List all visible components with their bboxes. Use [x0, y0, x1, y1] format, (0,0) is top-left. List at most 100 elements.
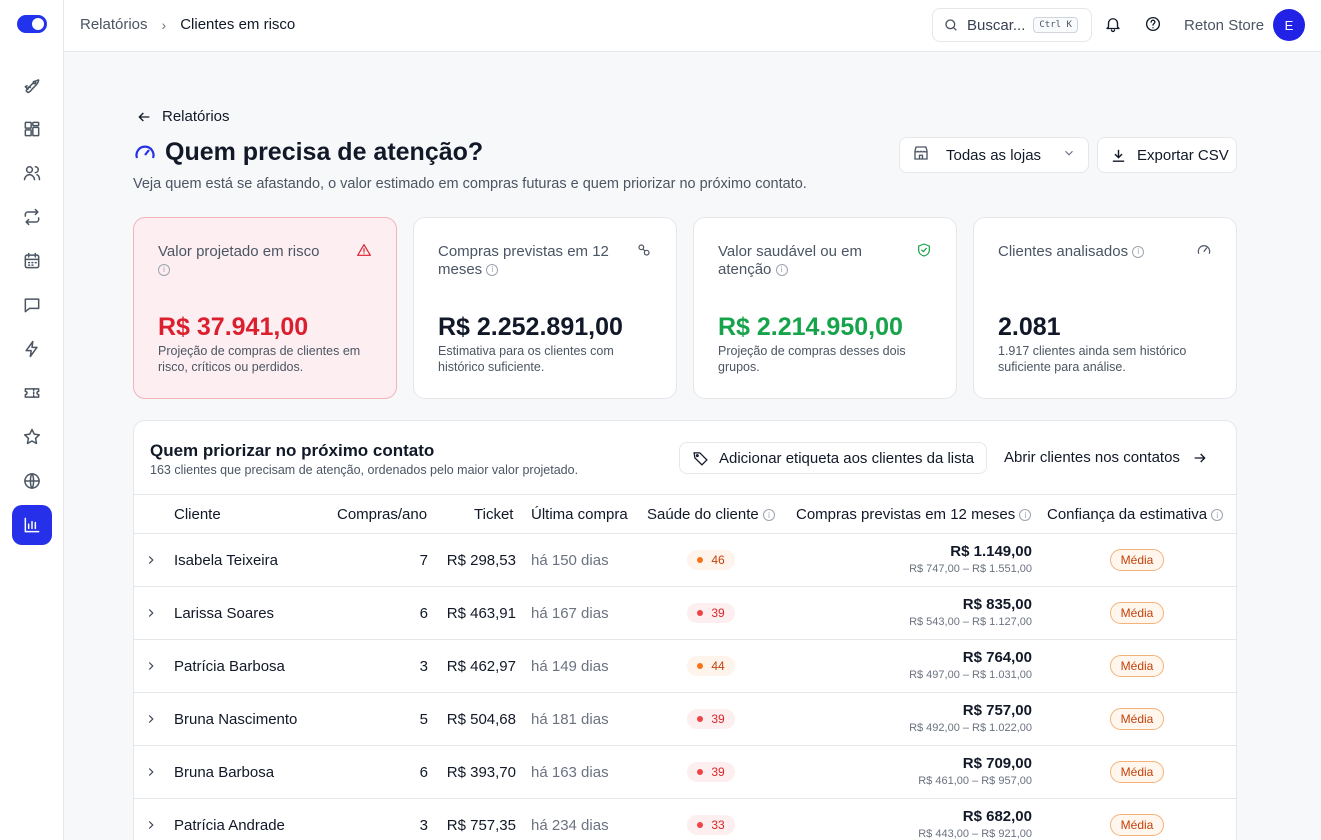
- chevron-down-icon: [1062, 146, 1076, 165]
- metric-card-label: Compras previstas em 12 meses i: [438, 243, 609, 278]
- cell-predicted-range: R$ 443,00 – R$ 921,00: [918, 828, 1032, 840]
- table-title: Quem priorizar no próximo contato: [150, 441, 435, 460]
- metric-card-desc: 1.917 clientes ainda sem histórico sufic…: [998, 344, 1187, 374]
- open-contacts-link[interactable]: Abrir clientes nos contatos: [1004, 449, 1208, 466]
- cell-client-name[interactable]: Bruna Nascimento: [174, 711, 297, 728]
- cell-client-name[interactable]: Larissa Soares: [174, 605, 274, 622]
- star-icon[interactable]: [12, 417, 52, 457]
- page-subtitle: Veja quem está se afastando, o valor est…: [133, 176, 807, 192]
- cell-client-name[interactable]: Isabela Teixeira: [174, 552, 278, 569]
- info-icon[interactable]: i: [1132, 246, 1145, 259]
- table-row[interactable]: Larissa Soares 6 R$ 463,91 há 167 dias 39 R$ …: [134, 587, 1236, 640]
- cell-purchases-per-year: 3: [419, 658, 428, 675]
- table-row[interactable]: Bruna Barbosa 6 R$ 393,70 há 163 dias 39 R$ 7…: [134, 746, 1236, 799]
- health-score: 39: [711, 765, 725, 779]
- globe-icon[interactable]: [12, 461, 52, 501]
- info-icon[interactable]: i: [775, 264, 788, 277]
- column-header-previstas[interactable]: Compras previstas em 12 meses i: [796, 506, 1032, 523]
- cell-purchases-per-year: 6: [419, 605, 428, 622]
- cell-last-purchase: há 163 dias: [531, 764, 609, 781]
- search-input[interactable]: Buscar... Ctrl K: [932, 8, 1092, 42]
- cell-purchases-per-year: 3: [419, 817, 428, 834]
- expand-row-chevron-icon[interactable]: [144, 765, 158, 783]
- cell-purchases-per-year: 6: [419, 764, 428, 781]
- cell-predicted-value: R$ 709,00: [962, 755, 1032, 772]
- table-row[interactable]: Bruna Nascimento 5 R$ 504,68 há 181 dias 39 R…: [134, 693, 1236, 746]
- cell-client-name[interactable]: Patrícia Andrade: [174, 817, 285, 834]
- link-icon: [636, 242, 652, 258]
- logo-toggle-icon[interactable]: [17, 15, 47, 33]
- table-row[interactable]: Patrícia Andrade 3 R$ 757,35 há 234 dias 33 R…: [134, 799, 1236, 840]
- chart-icon[interactable]: [12, 505, 52, 545]
- repeat-icon[interactable]: [12, 197, 52, 237]
- breadcrumb: Relatórios › Clientes em risco: [80, 16, 295, 33]
- metric-card-value: 2.081: [998, 313, 1061, 341]
- help-icon[interactable]: [1144, 15, 1164, 35]
- cell-predicted-value: R$ 835,00: [962, 596, 1032, 613]
- ticket-icon[interactable]: [12, 373, 52, 413]
- calendar-icon[interactable]: [12, 241, 52, 281]
- table-row[interactable]: Patrícia Barbosa 3 R$ 462,97 há 149 dias 44 R…: [134, 640, 1236, 693]
- warning-icon: [356, 242, 372, 258]
- cell-predicted-range: R$ 461,00 – R$ 957,00: [918, 775, 1032, 787]
- search-shortcut: Ctrl K: [1033, 17, 1078, 33]
- cell-last-purchase: há 181 dias: [531, 711, 609, 728]
- cell-ticket: R$ 462,97: [446, 658, 516, 675]
- bell-icon[interactable]: [1104, 15, 1124, 35]
- users-icon[interactable]: [12, 153, 52, 193]
- expand-row-chevron-icon[interactable]: [144, 606, 158, 624]
- column-header-compras[interactable]: Compras/ano: [337, 506, 427, 523]
- dashboard-icon[interactable]: [12, 109, 52, 149]
- info-icon[interactable]: i: [762, 509, 775, 522]
- back-link[interactable]: Relatórios: [136, 108, 230, 125]
- table-header: Cliente Compras/ano Ticket Última compra…: [134, 494, 1236, 534]
- store-filter-select[interactable]: Todas as lojas: [899, 137, 1089, 173]
- search-placeholder: Buscar...: [967, 16, 1026, 34]
- confidence-badge: Média: [1110, 655, 1164, 677]
- health-badge: 46: [687, 550, 735, 570]
- column-header-cliente[interactable]: Cliente: [174, 506, 221, 523]
- rocket-icon[interactable]: [12, 65, 52, 105]
- column-header-saude[interactable]: Saúde do cliente i: [647, 506, 775, 523]
- priority-table-card: Quem priorizar no próximo contato 163 cl…: [133, 420, 1237, 840]
- metric-card-label: Clientes analisados i: [998, 243, 1173, 261]
- info-icon[interactable]: i: [1211, 509, 1224, 522]
- column-header-ticket[interactable]: Ticket: [474, 506, 513, 523]
- avatar[interactable]: E: [1273, 9, 1305, 41]
- cell-predicted-range: R$ 492,00 – R$ 1.022,00: [909, 722, 1032, 734]
- confidence-badge: Média: [1110, 708, 1164, 730]
- export-csv-button[interactable]: Exportar CSV: [1097, 137, 1237, 173]
- metric-card-forecast: Compras previstas em 12 meses i R$ 2.252…: [413, 217, 677, 399]
- table-row[interactable]: Isabela Teixeira 7 R$ 298,53 há 150 dias 46 R…: [134, 534, 1236, 587]
- expand-row-chevron-icon[interactable]: [144, 712, 158, 730]
- column-header-ultima[interactable]: Última compra: [531, 506, 628, 523]
- download-icon: [1112, 149, 1125, 162]
- expand-row-chevron-icon[interactable]: [144, 553, 158, 571]
- cell-client-name[interactable]: Patrícia Barbosa: [174, 658, 285, 675]
- expand-row-chevron-icon[interactable]: [144, 818, 158, 836]
- cell-predicted-value: R$ 682,00: [962, 808, 1032, 825]
- arrow-right-icon: [1194, 453, 1206, 462]
- chat-icon[interactable]: [12, 285, 52, 325]
- metric-card-healthy: Valor saudável ou em atenção i R$ 2.214.…: [693, 217, 957, 399]
- health-dot-icon: [697, 557, 704, 563]
- confidence-badge: Média: [1110, 549, 1164, 571]
- cell-predicted-range: R$ 747,00 – R$ 1.551,00: [909, 563, 1032, 575]
- column-header-confianca[interactable]: Confiança da estimativa i: [1047, 506, 1224, 523]
- info-icon[interactable]: i: [486, 264, 499, 277]
- search-icon: [945, 19, 957, 31]
- store-name[interactable]: Reton Store: [1184, 17, 1264, 34]
- store-filter-value: Todas as lojas: [946, 146, 1042, 164]
- cell-client-name[interactable]: Bruna Barbosa: [174, 764, 274, 781]
- gauge-icon: [135, 145, 155, 158]
- cell-last-purchase: há 234 dias: [531, 817, 609, 834]
- shield-check-icon: [916, 242, 932, 258]
- expand-row-chevron-icon[interactable]: [144, 659, 158, 677]
- info-icon[interactable]: i: [1019, 509, 1032, 522]
- breadcrumb-parent-link[interactable]: Relatórios: [80, 16, 148, 33]
- cell-ticket: R$ 463,91: [446, 605, 516, 622]
- lightning-icon[interactable]: [12, 329, 52, 369]
- add-tag-button[interactable]: Adicionar etiqueta aos clientes da lista: [679, 442, 987, 474]
- health-dot-icon: [697, 663, 704, 669]
- info-icon[interactable]: i: [158, 264, 170, 277]
